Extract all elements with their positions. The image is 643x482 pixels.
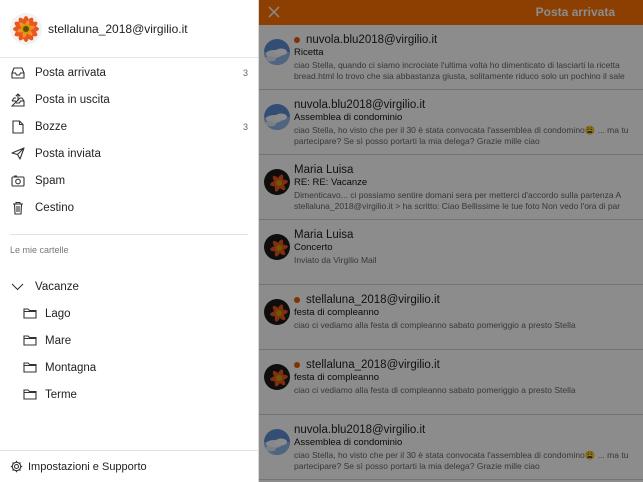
spam-icon (10, 173, 25, 188)
folder-icon (22, 360, 37, 375)
divider (10, 234, 248, 235)
folder-label: Montagna (45, 361, 97, 374)
flower-avatar-icon (10, 12, 42, 45)
folder-label: Spam (35, 174, 66, 187)
unread-count: 3 (242, 67, 248, 78)
folder-inbox[interactable]: Posta arrivata 3 (0, 59, 258, 86)
settings-label: Impostazioni e Supporto (28, 460, 147, 473)
folder-label: Bozze (35, 120, 67, 133)
settings-support-button[interactable]: Impostazioni e Supporto (0, 450, 258, 482)
folder-label: Posta arrivata (35, 66, 106, 79)
folder-spam[interactable]: Spam (0, 167, 258, 194)
gear-icon (10, 460, 23, 473)
folder-label: Posta in uscita (35, 93, 110, 106)
folder-label: Cestino (35, 201, 74, 214)
account-email: stellaluna_2018@virgilio.it (48, 21, 188, 36)
account-avatar (10, 12, 42, 45)
folder-vacanze[interactable]: Vacanze (0, 273, 258, 300)
folder-lago[interactable]: Lago (0, 300, 258, 327)
draft-icon (10, 119, 25, 134)
folder-trash[interactable]: Cestino (0, 194, 258, 221)
my-folders-list: Vacanze Lago Mare Montagna Terme (0, 273, 258, 408)
folder-icon (22, 306, 37, 321)
folder-sent[interactable]: Posta inviata (0, 140, 258, 167)
inbox-icon (10, 65, 25, 80)
my-folders-title: Le mie cartelle (10, 245, 69, 255)
folder-label: Vacanze (35, 280, 79, 293)
account-header[interactable]: stellaluna_2018@virgilio.it (0, 0, 258, 58)
folder-label: Mare (45, 334, 72, 347)
folder-icon (22, 333, 37, 348)
navigation-drawer: stellaluna_2018@virgilio.it Posta arriva… (0, 0, 259, 482)
folder-mare[interactable]: Mare (0, 327, 258, 354)
folder-drafts[interactable]: Bozze 3 (0, 113, 258, 140)
trash-icon (10, 200, 25, 215)
folder-label: Terme (45, 388, 77, 401)
dim-overlay[interactable] (259, 0, 643, 482)
folder-terme[interactable]: Terme (0, 381, 258, 408)
folder-label: Lago (45, 307, 71, 320)
send-icon (10, 146, 25, 161)
folder-list: Posta arrivata 3 Posta in uscita Bozze 3… (0, 58, 258, 221)
outbox-icon (10, 92, 25, 107)
folder-montagna[interactable]: Montagna (0, 354, 258, 381)
chevron-down-icon[interactable] (10, 279, 25, 294)
folder-label: Posta inviata (35, 147, 101, 160)
folder-icon (22, 387, 37, 402)
folder-outbox[interactable]: Posta in uscita (0, 86, 258, 113)
unread-count: 3 (242, 121, 248, 132)
